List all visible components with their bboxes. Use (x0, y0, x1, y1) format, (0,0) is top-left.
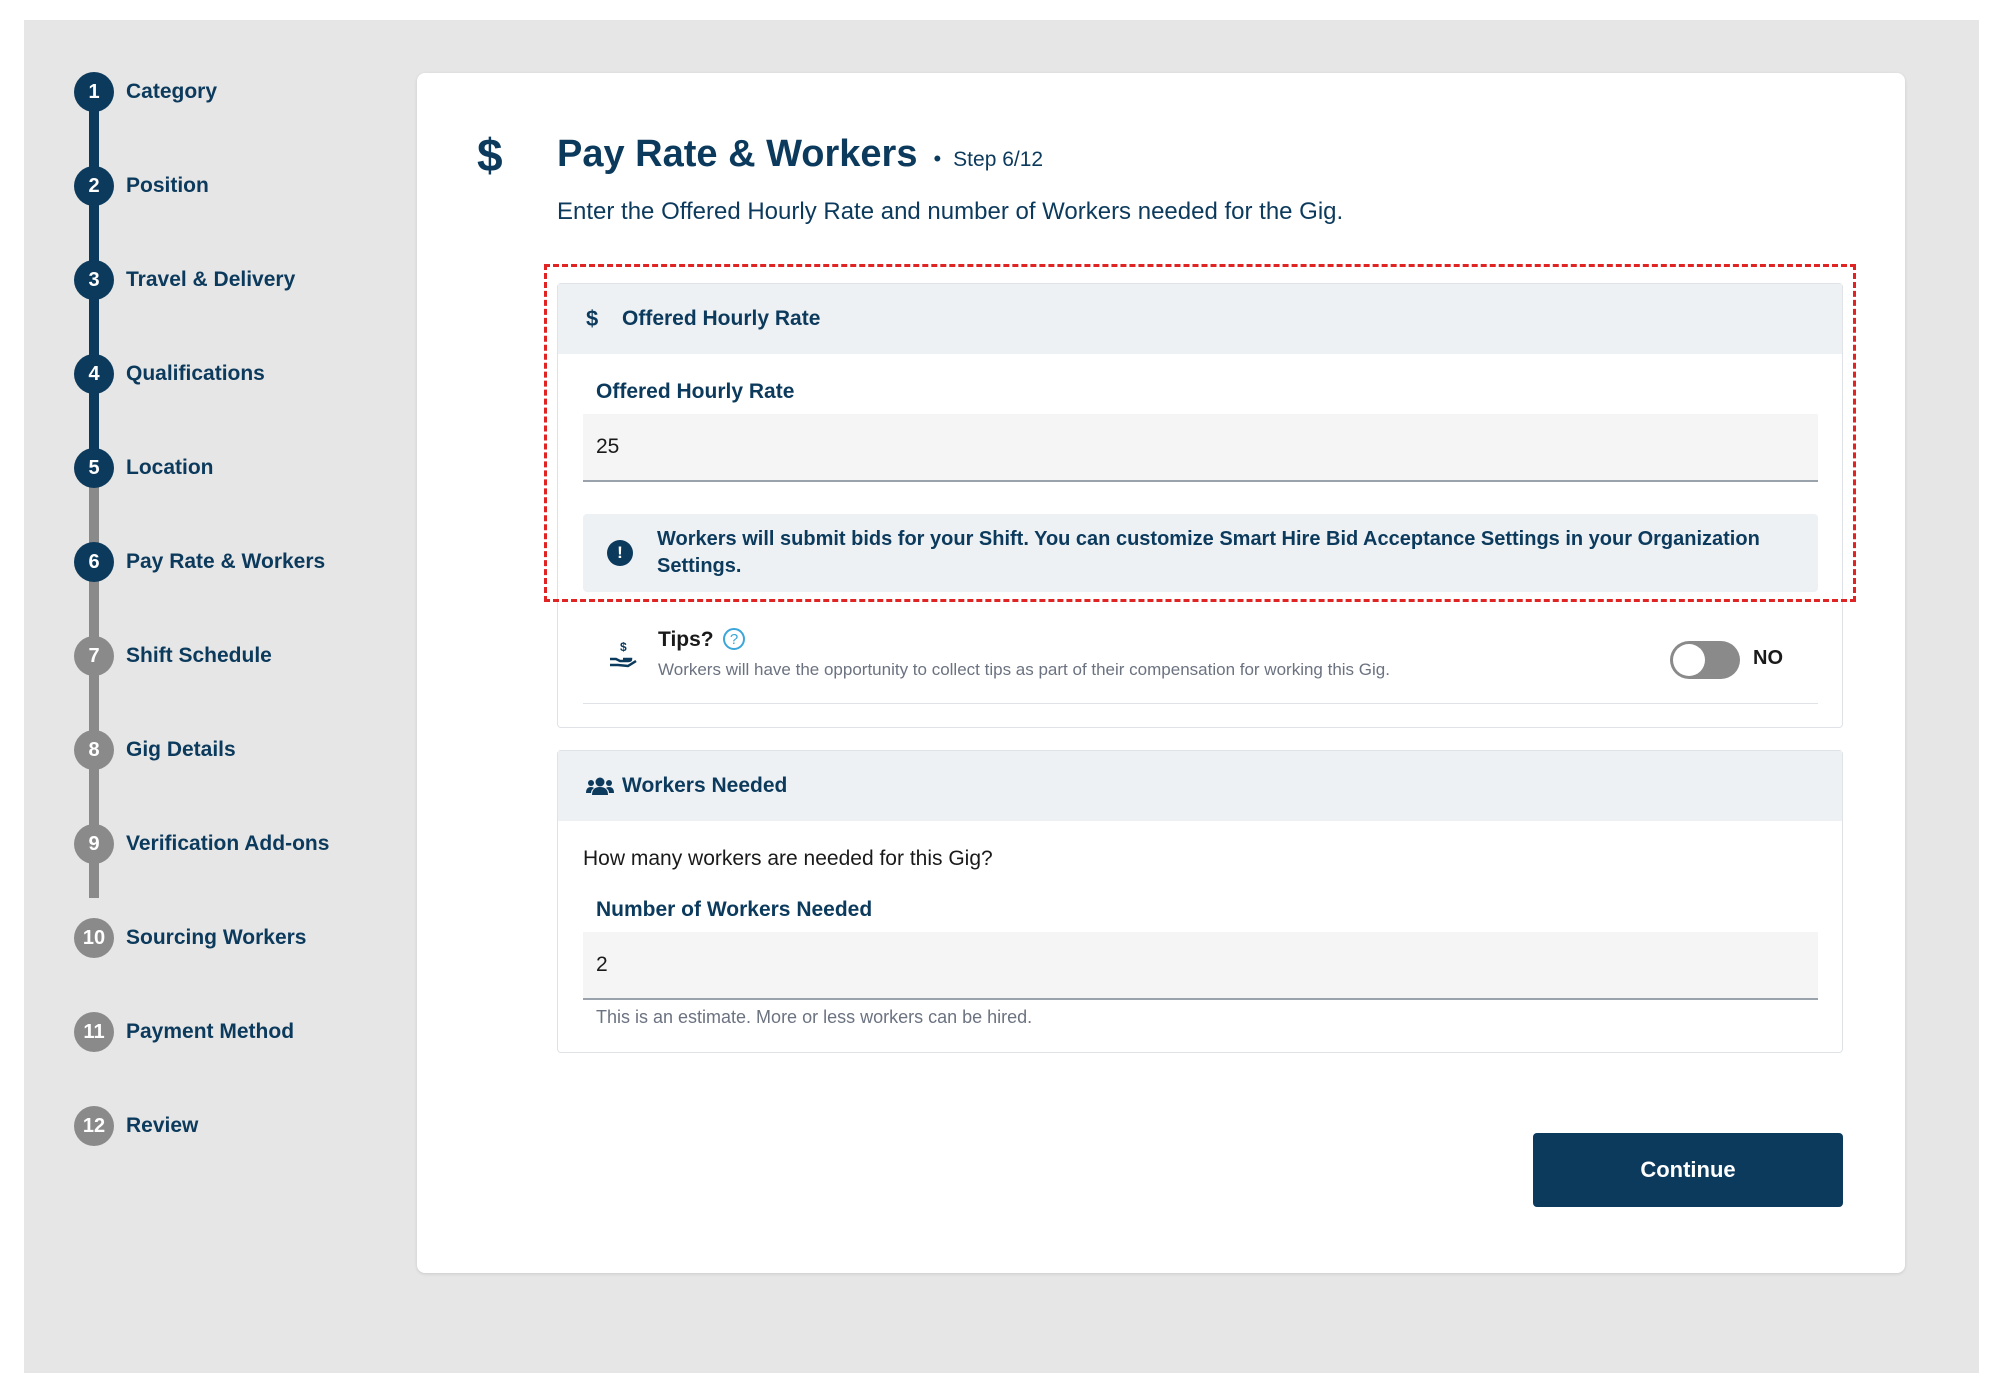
step-label: Category (126, 80, 218, 103)
workers-question: How many workers are needed for this Gig… (583, 847, 993, 870)
step-counter: Step 6/12 (953, 148, 1044, 171)
step-number-circle: 7 (74, 636, 114, 676)
workers-hint: This is an estimate. More or less worker… (596, 1007, 1033, 1027)
step-number-circle: 10 (74, 918, 114, 958)
app-frame: 1 Category 2 Position 3 Travel & Delivery 4 Qua… (24, 20, 1979, 1373)
step-item-3[interactable]: 3 Travel & Delivery (74, 260, 295, 300)
step-item-6[interactable]: 6 Pay Rate & Workers (74, 542, 325, 582)
tips-title: Tips? (658, 628, 714, 651)
step-label: Verification Add-ons (126, 832, 330, 855)
step-label: Review (126, 1114, 199, 1137)
step-item-9[interactable]: 9 Verification Add-ons (74, 824, 329, 864)
page-subtitle: Enter the Offered Hourly Rate and number… (557, 198, 1344, 225)
tips-toggle[interactable] (1670, 641, 1740, 679)
step-number-circle: 12 (74, 1106, 114, 1146)
step-label: Travel & Delivery (126, 268, 296, 291)
tips-toggle-label: NO (1753, 647, 1783, 669)
step-number-circle: 3 (74, 260, 114, 300)
step-label: Qualifications (126, 362, 265, 385)
step-item-4[interactable]: 4 Qualifications (74, 354, 265, 394)
hourly-rate-panel: $ Offered Hourly Rate Offered Hourly Rat… (557, 283, 1843, 728)
step-item-2[interactable]: 2 Position (74, 166, 209, 206)
title-separator: • (933, 146, 942, 171)
tips-row: $ Tips? ? Workers will have the opportun… (583, 614, 1818, 704)
exclamation-icon: ! (607, 540, 633, 566)
main-card: $ Pay Rate & Workers • Step 6/12 Enter t… (417, 73, 1905, 1273)
toggle-knob (1673, 644, 1705, 676)
step-item-5[interactable]: 5 Location (74, 448, 214, 488)
step-number-circle: 4 (74, 354, 114, 394)
step-item-11[interactable]: 11 Payment Method (74, 1012, 294, 1052)
hourly-rate-panel-title: Offered Hourly Rate (622, 307, 821, 330)
dollar-icon: $ (477, 129, 503, 181)
step-number-circle: 11 (74, 1012, 114, 1052)
question-circle-icon[interactable]: ? (723, 628, 745, 650)
step-label: Shift Schedule (126, 644, 272, 667)
svg-text:$: $ (620, 640, 627, 654)
bid-notice-text: Workers will submit bids for your Shift.… (657, 528, 1760, 577)
step-number-circle: 8 (74, 730, 114, 770)
hourly-rate-input[interactable]: 25 (583, 414, 1818, 482)
bid-notice: ! Workers will submit bids for your Shif… (583, 514, 1818, 592)
workers-panel-header: Workers Needed (558, 751, 1842, 821)
step-label: Payment Method (126, 1020, 295, 1043)
step-item-1[interactable]: 1 Category (74, 72, 217, 112)
hourly-rate-label: Offered Hourly Rate (596, 380, 795, 403)
step-number-circle: 6 (74, 542, 114, 582)
dollar-icon: $ (586, 306, 599, 331)
step-number-circle: 2 (74, 166, 114, 206)
step-label: Location (126, 456, 214, 479)
step-item-8[interactable]: 8 Gig Details (74, 730, 236, 770)
step-item-10[interactable]: 10 Sourcing Workers (74, 918, 307, 958)
workers-count-input[interactable]: 2 (583, 932, 1818, 1000)
step-label: Sourcing Workers (126, 926, 307, 949)
step-number-circle: 1 (74, 72, 114, 112)
hand-coin-icon: $ (610, 640, 637, 668)
tips-description: Workers will have the opportunity to col… (658, 660, 1390, 679)
step-item-12[interactable]: 12 Review (74, 1106, 198, 1146)
step-number-circle: 9 (74, 824, 114, 864)
workers-needed-panel: Workers Needed How many workers are need… (557, 750, 1843, 1053)
step-label: Position (126, 174, 209, 197)
users-icon (586, 777, 614, 795)
workers-panel-title: Workers Needed (622, 774, 788, 797)
workers-count-label: Number of Workers Needed (596, 898, 873, 921)
continue-button[interactable]: Continue (1533, 1133, 1843, 1207)
page-header: Pay Rate & Workers • Step 6/12 (557, 133, 1043, 176)
step-label: Gig Details (126, 738, 236, 761)
step-label: Pay Rate & Workers (126, 550, 326, 573)
step-item-7[interactable]: 7 Shift Schedule (74, 636, 272, 676)
page-title: Pay Rate & Workers (557, 133, 918, 175)
hourly-rate-panel-header: $ Offered Hourly Rate (558, 284, 1842, 354)
step-number-circle: 5 (74, 448, 114, 488)
